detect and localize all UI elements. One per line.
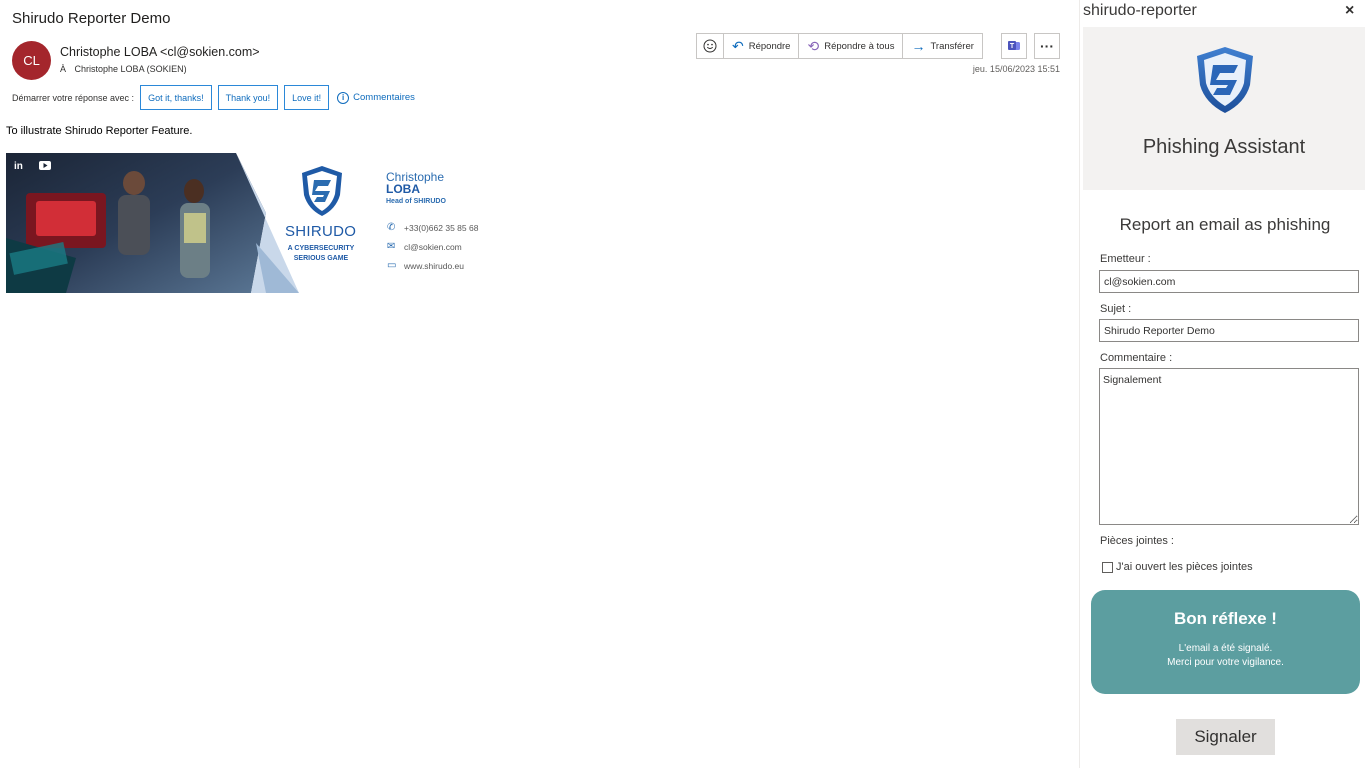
reply-all-label: Répondre à tous xyxy=(824,40,895,52)
signature-website[interactable]: ▭ www.shirudo.eu xyxy=(387,260,464,271)
signature-email[interactable]: ✉ cl@sokien.com xyxy=(387,241,462,252)
shield-logo-icon xyxy=(1197,47,1253,113)
email-body-text: To illustrate Shirudo Reporter Feature. xyxy=(6,125,193,137)
suggested-reply-button[interactable]: Love it! xyxy=(284,85,330,110)
close-icon[interactable]: × xyxy=(1345,2,1354,20)
reply-all-icon: ⟲ xyxy=(807,38,820,54)
recipient-row: À Christophe LOBA (SOKIEN) xyxy=(60,64,187,74)
report-button[interactable]: Signaler xyxy=(1176,719,1275,755)
suggested-replies-label: Démarrer votre réponse avec : xyxy=(12,92,135,103)
success-title: Bon réflexe ! xyxy=(1174,609,1277,628)
signature-last-name: LOBA xyxy=(386,182,420,196)
signature-phone-text: +33(0)662 35 85 68 xyxy=(404,222,479,233)
sender[interactable]: Christophe LOBA <cl@sokien.com> xyxy=(60,45,260,59)
signature-email-text: cl@sokien.com xyxy=(404,241,462,252)
subject-label: Sujet : xyxy=(1100,303,1132,315)
teams-button[interactable]: T xyxy=(1001,33,1027,59)
attachments-checkbox[interactable] xyxy=(1102,561,1113,573)
teams-icon: T xyxy=(1008,41,1020,50)
signature-tagline-2: SERIOUS GAME xyxy=(293,255,349,262)
monitor-icon: ▭ xyxy=(387,260,397,271)
forward-label: Transférer xyxy=(930,40,974,52)
more-options-button[interactable]: ··· xyxy=(1034,33,1060,59)
suggested-reply-button[interactable]: Thank you! xyxy=(217,85,279,110)
recipient[interactable]: Christophe LOBA (SOKIEN) xyxy=(75,64,187,74)
sender-label: Emetteur : xyxy=(1100,253,1151,265)
attachments-checkbox-row[interactable]: J'ai ouvert les pièces jointes xyxy=(1102,561,1253,573)
email-subject: Shirudo Reporter Demo xyxy=(12,10,171,27)
signature-banner-image[interactable]: in xyxy=(6,153,299,293)
success-line-1: L'email a été signalé. xyxy=(1178,643,1273,654)
react-button[interactable] xyxy=(697,34,724,58)
suggested-reply-button[interactable]: Got it, thanks! xyxy=(140,85,212,110)
pane-divider[interactable] xyxy=(1079,0,1080,768)
addin-hero-title: Phishing Assistant xyxy=(1142,136,1306,158)
reply-icon: ↶ xyxy=(732,38,744,54)
avatar[interactable]: CL xyxy=(12,41,51,80)
forward-icon: → xyxy=(911,38,926,54)
comments-link[interactable]: i Commentaires xyxy=(337,91,415,104)
phone-icon: ✆ xyxy=(387,222,396,233)
subject-field[interactable] xyxy=(1099,319,1359,342)
reply-all-button[interactable]: ⟲ Répondre à tous xyxy=(799,34,904,58)
sender-field[interactable] xyxy=(1099,270,1359,293)
shirudo-logo-icon xyxy=(302,166,342,216)
linkedin-icon[interactable]: in xyxy=(14,161,23,172)
signature-name: Christophe LOBA xyxy=(386,171,444,195)
message-action-bar: ↶ Répondre ⟲ Répondre à tous → Transfére… xyxy=(696,33,983,59)
signature-tagline-1: A CYBERSECURITY xyxy=(287,245,355,252)
suggested-replies: Démarrer votre réponse avec : Got it, th… xyxy=(12,84,415,111)
attachments-checkbox-label: J'ai ouvert les pièces jointes xyxy=(1116,561,1253,573)
addin-title: shirudo-reporter xyxy=(1083,2,1197,19)
comments-link-label: Commentaires xyxy=(353,92,415,103)
svg-text:T: T xyxy=(1010,43,1015,50)
reply-label: Répondre xyxy=(748,40,791,52)
to-label: À xyxy=(60,64,67,74)
reply-button[interactable]: ↶ Répondre xyxy=(724,34,800,58)
more-options-icon: ··· xyxy=(1040,38,1054,54)
signature-brand: SHIRUDO xyxy=(285,223,357,240)
success-line-2: Merci pour votre vigilance. xyxy=(1167,657,1284,668)
report-form-heading: Report an email as phishing xyxy=(1119,215,1331,234)
signature-phone[interactable]: ✆ +33(0)662 35 85 68 xyxy=(387,222,478,233)
success-message-card: Bon réflexe ! L'email a été signalé. Mer… xyxy=(1091,590,1360,694)
signature-website-text: www.shirudo.eu xyxy=(404,260,465,271)
info-icon: i xyxy=(337,91,350,104)
forward-button[interactable]: → Transférer xyxy=(903,34,981,58)
email-date: jeu. 15/06/2023 15:51 xyxy=(972,64,1060,74)
attachments-label: Pièces jointes : xyxy=(1100,535,1174,547)
comment-textarea[interactable]: Signalement xyxy=(1099,368,1359,525)
mail-icon: ✉ xyxy=(387,241,396,252)
smiley-icon xyxy=(703,39,717,53)
signature-role: Head of SHIRUDO xyxy=(386,198,446,205)
comment-label: Commentaire : xyxy=(1100,352,1173,364)
signature-banner-illustration: in xyxy=(6,153,299,293)
